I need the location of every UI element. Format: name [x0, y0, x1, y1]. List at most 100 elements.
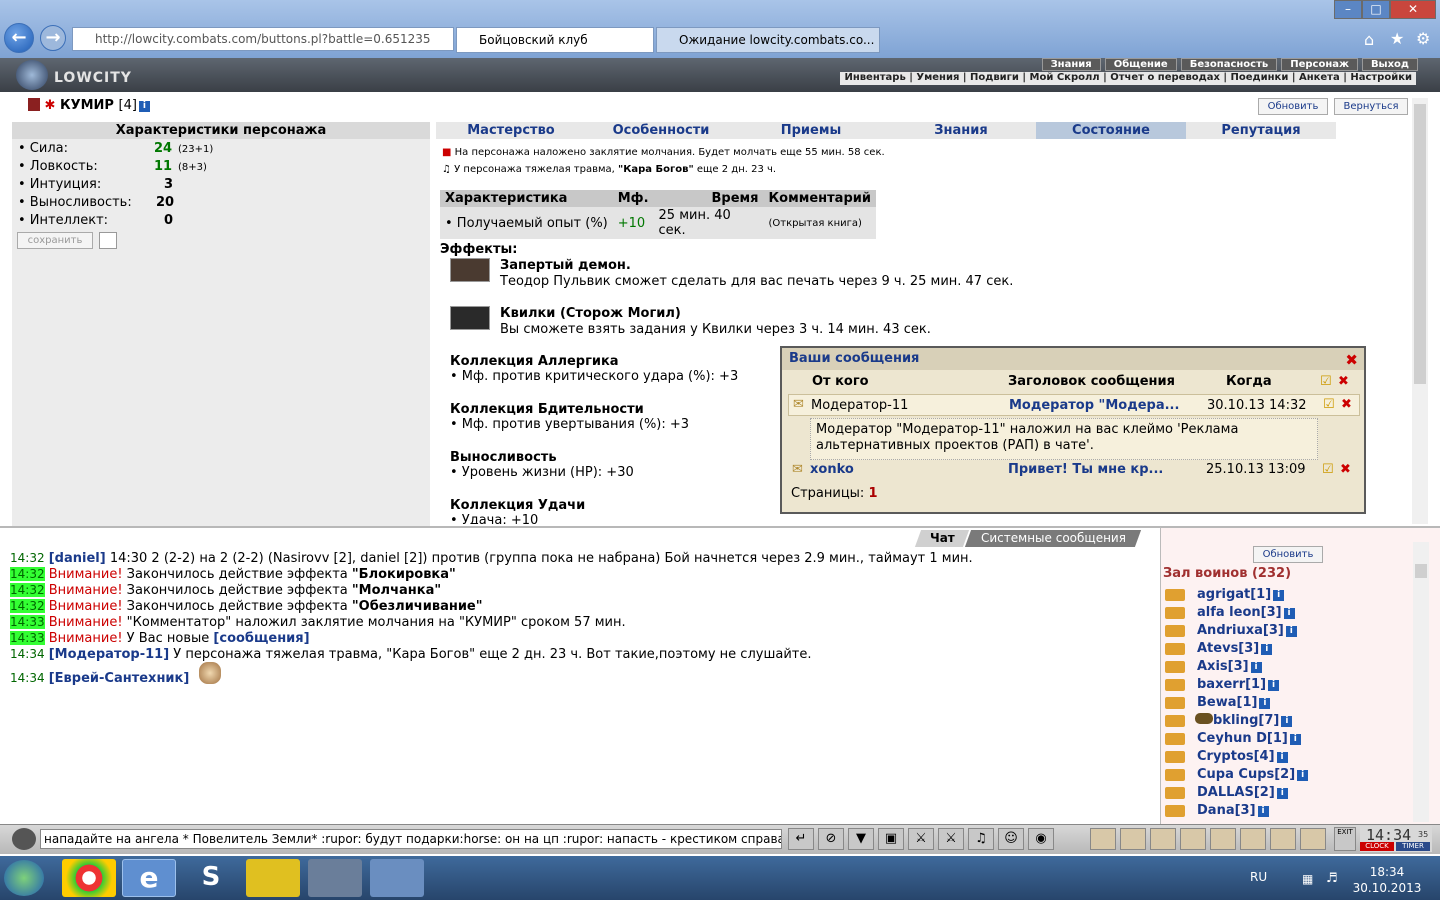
tab-techniques[interactable]: Приемы	[736, 122, 886, 139]
list-item[interactable]: Atevs[3] i	[1161, 640, 1411, 658]
forward-button[interactable]: →	[40, 25, 66, 51]
attack-icon[interactable]	[1165, 733, 1185, 745]
tab-waiting[interactable]: Ожидание lowcity.combats.co...	[656, 27, 880, 53]
cs-icon[interactable]	[308, 859, 362, 897]
delete-icon[interactable]: ✖	[1340, 462, 1351, 477]
list-item[interactable]: Cupa Cups[2] i	[1161, 766, 1411, 784]
clear-icon[interactable]: ⊘	[818, 828, 844, 850]
fighter-icon[interactable]: ⚔	[908, 828, 934, 850]
lock-icon[interactable]: ☑	[1322, 462, 1334, 477]
delete-all-icon[interactable]: ✖	[1338, 374, 1349, 389]
hall-refresh-button[interactable]: Обновить	[1253, 546, 1323, 563]
attack-icon[interactable]	[1165, 679, 1185, 691]
list-item[interactable]: Axis[3] i	[1161, 658, 1411, 676]
tab-club[interactable]: Бойцовский клуб	[456, 27, 654, 53]
tab-reputation[interactable]: Репутация	[1186, 122, 1336, 139]
chat-input[interactable]: нападайте на ангела * Повелитель Земли* …	[40, 829, 782, 849]
attack-icon[interactable]	[1165, 751, 1185, 763]
volume-icon[interactable]: ♬	[1326, 871, 1338, 886]
start-button[interactable]	[4, 860, 44, 896]
list-item[interactable]: Andriuxa[3] i	[1161, 622, 1411, 640]
attack-icon[interactable]	[1165, 769, 1185, 781]
tab-knowledge[interactable]: Знания	[886, 122, 1036, 139]
attack-icon[interactable]	[1165, 607, 1185, 619]
smile-icon[interactable]: ☺	[998, 828, 1024, 850]
lock-icon[interactable]: ☑	[1323, 397, 1335, 412]
favorites-star-icon[interactable]: ★	[1390, 29, 1404, 48]
chest-icon[interactable]	[1180, 828, 1206, 850]
message-row[interactable]: ✉ Модератор-11 Модератор "Модера... 30.1…	[788, 394, 1360, 416]
address-bar[interactable]: http://lowcity.combats.com/buttons.pl?ba…	[72, 27, 454, 51]
list-item[interactable]: Dana[3] i	[1161, 802, 1411, 820]
group-icon[interactable]	[1270, 828, 1296, 850]
menu-knowledge[interactable]: Знания	[1041, 58, 1101, 71]
maximize-button[interactable]: □	[1362, 0, 1390, 19]
system-clock[interactable]: 18:34 30.10.2013	[1352, 864, 1422, 896]
gear-icon[interactable]: ⚙	[1416, 29, 1430, 48]
attack-icon[interactable]	[1165, 625, 1185, 637]
back-button[interactable]: ←	[4, 23, 34, 53]
chrome-icon[interactable]	[62, 859, 116, 897]
attack-icon[interactable]	[1165, 643, 1185, 655]
save-icon[interactable]: ▣	[878, 828, 904, 850]
sub-menu[interactable]: Инвентарь | Умения | Подвиги | Мой Скрол…	[840, 72, 1416, 85]
hand-icon[interactable]	[1300, 828, 1326, 850]
hall-scrollbar[interactable]	[1413, 542, 1429, 822]
delete-icon[interactable]: ✖	[1341, 397, 1352, 412]
chat-mode-icon[interactable]	[12, 828, 36, 850]
lock-all-icon[interactable]: ☑	[1320, 374, 1332, 389]
minimize-button[interactable]: –	[1334, 0, 1362, 19]
tab-chat[interactable]: Чат	[914, 530, 970, 547]
messages-link[interactable]: [сообщения]	[213, 631, 309, 646]
language-indicator[interactable]: RU	[1250, 870, 1267, 884]
menu-security[interactable]: Безопасность	[1180, 58, 1278, 71]
helmet-icon[interactable]: ◉	[1028, 828, 1054, 850]
attack-icon[interactable]	[1165, 697, 1185, 709]
list-item[interactable]: Cryptos[4] i	[1161, 748, 1411, 766]
menu-character[interactable]: Персонаж	[1281, 58, 1358, 71]
filter-icon[interactable]: ▼	[848, 828, 874, 850]
sword-icon[interactable]: ⚔	[938, 828, 964, 850]
tab-features[interactable]: Особенности	[586, 122, 736, 139]
list-item[interactable]: baxerr[1] i	[1161, 676, 1411, 694]
tab-system[interactable]: Системные сообщения	[964, 530, 1142, 547]
refresh-button[interactable]: Обновить	[1258, 98, 1328, 115]
ie-icon[interactable]: e	[122, 859, 176, 897]
exit-icon[interactable]: EXIT	[1334, 827, 1356, 851]
attack-icon[interactable]	[1165, 661, 1185, 673]
skype-icon[interactable]: S	[184, 859, 238, 897]
send-icon[interactable]: ↵	[788, 828, 814, 850]
back-game-button[interactable]: Вернуться	[1334, 98, 1408, 115]
list-item[interactable]: bkling[7] i	[1161, 712, 1411, 730]
arrow-icon[interactable]	[1120, 828, 1146, 850]
list-item[interactable]: Ceyhun D[1] i	[1161, 730, 1411, 748]
network-icon[interactable]: ▦	[1302, 872, 1313, 886]
menu-exit[interactable]: Выход	[1361, 58, 1418, 71]
window-icon[interactable]	[370, 859, 424, 897]
home-icon[interactable]: ⌂	[1364, 30, 1374, 49]
list-item[interactable]: Bewa[1] i	[1161, 694, 1411, 712]
checkbox[interactable]	[99, 232, 117, 249]
bag-icon[interactable]	[1090, 828, 1116, 850]
main-scrollbar[interactable]	[1412, 98, 1428, 524]
save-button[interactable]: сохранить	[17, 232, 93, 249]
potion-icon[interactable]	[1150, 828, 1176, 850]
mask-icon[interactable]	[1210, 828, 1236, 850]
chat-nick[interactable]: [daniel]	[49, 551, 106, 566]
close-icon[interactable]: ✖	[1345, 351, 1358, 369]
menu-communication[interactable]: Общение	[1104, 58, 1177, 71]
sound-icon[interactable]: ♫	[968, 828, 994, 850]
message-row[interactable]: ✉ xonko Привет! Ты мне кр... 25.10.13 13…	[788, 462, 1360, 480]
attack-icon[interactable]	[1165, 787, 1185, 799]
chat-nick[interactable]: [Еврей-Сантехник]	[49, 671, 190, 686]
page-link[interactable]: 1	[868, 486, 877, 501]
app-icon[interactable]	[246, 859, 300, 897]
attack-icon[interactable]	[1165, 715, 1185, 727]
info-icon[interactable]: i	[138, 101, 150, 112]
chat-nick[interactable]: [Модератор-11]	[49, 647, 169, 662]
list-item[interactable]: alfa leon[3] i	[1161, 604, 1411, 622]
tab-mastery[interactable]: Мастерство	[436, 122, 586, 139]
list-item[interactable]: agrigat[1] i	[1161, 586, 1411, 604]
tab-state[interactable]: Состояние	[1036, 122, 1186, 139]
attack-icon[interactable]	[1165, 805, 1185, 817]
